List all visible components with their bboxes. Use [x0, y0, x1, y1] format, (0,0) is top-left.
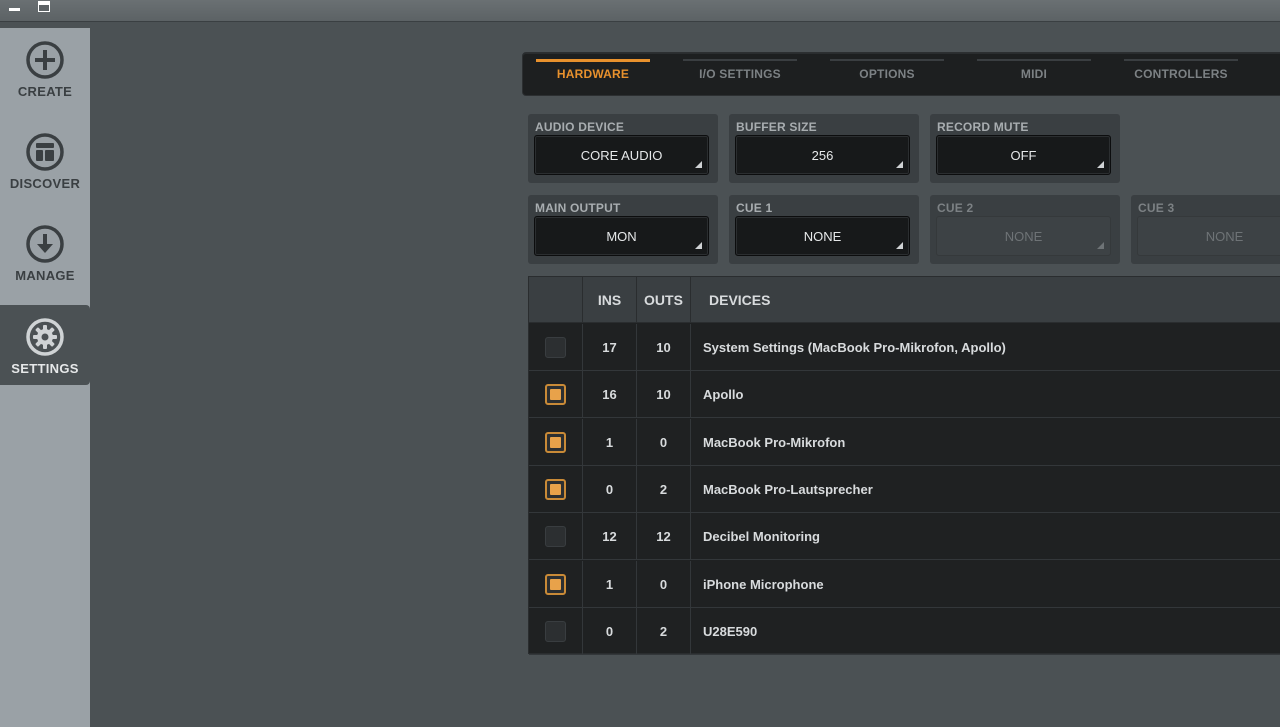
sidebar-item-label: SETTINGS	[11, 361, 79, 376]
main-output-dropdown[interactable]: MON	[534, 216, 709, 256]
device-name: MacBook Pro-Lautsprecher	[703, 481, 873, 497]
titlebar-divider	[0, 22, 1280, 28]
record-mute-label: RECORD MUTE	[937, 120, 1029, 134]
device-outs: 2	[637, 607, 691, 655]
device-select-cell	[529, 607, 583, 655]
device-outs: 0	[637, 560, 691, 608]
plus-circle-icon	[26, 41, 64, 79]
device-select-cell	[529, 371, 583, 419]
device-checkbox[interactable]	[545, 431, 566, 453]
device-select-cell	[529, 465, 583, 513]
minimize-icon[interactable]	[8, 1, 20, 12]
cue1-dropdown[interactable]: NONE	[735, 216, 910, 256]
device-name: Apollo	[703, 387, 744, 403]
sidebar-item-settings[interactable]: SETTINGS	[0, 305, 90, 385]
table-row[interactable]: 1 0 iPhone Microphone	[529, 560, 1280, 608]
device-outs: 10	[637, 371, 691, 419]
tab-controllers[interactable]: CONTROLLERS	[1124, 53, 1238, 95]
record-mute-dropdown[interactable]: OFF	[936, 135, 1111, 175]
device-name: iPhone Microphone	[703, 576, 824, 592]
sidebar-item-label: MANAGE	[15, 268, 75, 283]
sidebar-item-label: DISCOVER	[9, 176, 81, 191]
devices-table-header: INS OUTS DEVICES	[529, 277, 1280, 323]
device-checkbox[interactable]	[545, 620, 566, 642]
device-ins: 12	[583, 513, 637, 561]
sidebar-item-discover[interactable]: DISCOVER	[0, 120, 90, 200]
device-checkbox[interactable]	[545, 337, 566, 358]
device-select-cell	[529, 560, 583, 608]
audio-device-dropdown[interactable]: CORE AUDIO	[534, 135, 709, 175]
header-devices: DEVICES	[709, 292, 771, 308]
device-outs: 10	[637, 324, 691, 371]
table-row[interactable]: 16 10 Apollo	[529, 371, 1280, 419]
table-row[interactable]: 0 2 MacBook Pro-Lautsprecher	[529, 465, 1280, 513]
cue3-dropdown: NONE	[1137, 216, 1280, 256]
device-select-cell	[529, 513, 583, 561]
table-row[interactable]: 12 12 Decibel Monitoring	[529, 513, 1280, 561]
device-name: U28E590	[703, 623, 758, 639]
header-select	[529, 277, 583, 323]
window-titlebar	[0, 0, 1280, 22]
sidebar: CREATE DISCOVER MANAGE SETTINGS	[0, 28, 90, 727]
tab-options[interactable]: OPTIONS	[830, 53, 944, 95]
cue2-label: CUE 2	[937, 201, 974, 215]
sidebar-item-label: CREATE	[17, 84, 73, 99]
audio-device-label: AUDIO DEVICE	[535, 120, 625, 134]
cue2-setting: CUE 2 NONE	[930, 195, 1120, 264]
maximize-icon[interactable]	[38, 1, 50, 12]
device-ins: 1	[583, 418, 637, 466]
device-ins: 17	[583, 324, 637, 371]
tab-hardware[interactable]: HARDWARE	[536, 53, 650, 95]
gear-icon	[26, 318, 64, 356]
record-mute-setting: RECORD MUTE OFF	[930, 114, 1120, 183]
main-output-label: MAIN OUTPUT	[535, 201, 621, 215]
cue1-setting: CUE 1 NONE	[729, 195, 919, 264]
device-select-cell	[529, 324, 583, 371]
device-ins: 16	[583, 371, 637, 419]
device-select-cell	[529, 418, 583, 466]
cue3-label: CUE 3	[1138, 201, 1175, 215]
table-row[interactable]: 17 10 System Settings (MacBook Pro-Mikrofo…	[529, 324, 1280, 371]
device-outs: 2	[637, 465, 691, 513]
table-row[interactable]: 0 2 U28E590	[529, 607, 1280, 655]
settings-tabs: HARDWARE I/O SETTINGS OPTIONS MIDI CONTR…	[522, 52, 1280, 96]
device-name: Decibel Monitoring	[703, 529, 820, 545]
device-checkbox[interactable]	[545, 526, 566, 548]
device-outs: 12	[637, 513, 691, 561]
buffer-size-dropdown[interactable]: 256	[735, 135, 910, 175]
devices-table: INS OUTS DEVICES 17 10 System Settings (Ma…	[528, 276, 1280, 655]
sidebar-item-manage[interactable]: MANAGE	[0, 212, 90, 292]
sidebar-item-create[interactable]: CREATE	[0, 28, 90, 108]
cue2-dropdown: NONE	[936, 216, 1111, 256]
tab-io-settings[interactable]: I/O SETTINGS	[683, 53, 797, 95]
buffer-size-label: BUFFER SIZE	[736, 120, 817, 134]
device-checkbox[interactable]	[545, 384, 566, 406]
header-outs: OUTS	[637, 277, 691, 323]
table-row[interactable]: 1 0 MacBook Pro-Mikrofon	[529, 418, 1280, 466]
buffer-size-setting: BUFFER SIZE 256	[729, 114, 919, 183]
download-circle-icon	[26, 225, 64, 263]
device-ins: 0	[583, 465, 637, 513]
cue3-setting: CUE 3 NONE	[1131, 195, 1280, 264]
tab-midi[interactable]: MIDI	[977, 53, 1091, 95]
device-checkbox[interactable]	[545, 478, 566, 500]
device-checkbox[interactable]	[545, 573, 566, 595]
device-name: MacBook Pro-Mikrofon	[703, 434, 846, 450]
header-ins: INS	[583, 277, 637, 323]
device-name: System Settings (MacBook Pro-Mikrofon, A…	[703, 340, 1006, 355]
device-ins: 1	[583, 560, 637, 608]
cue1-label: CUE 1	[736, 201, 773, 215]
device-ins: 0	[583, 607, 637, 655]
main-output-setting: MAIN OUTPUT MON	[528, 195, 718, 264]
audio-device-setting: AUDIO DEVICE CORE AUDIO	[528, 114, 718, 183]
layout-icon	[26, 133, 64, 171]
device-outs: 0	[637, 418, 691, 466]
